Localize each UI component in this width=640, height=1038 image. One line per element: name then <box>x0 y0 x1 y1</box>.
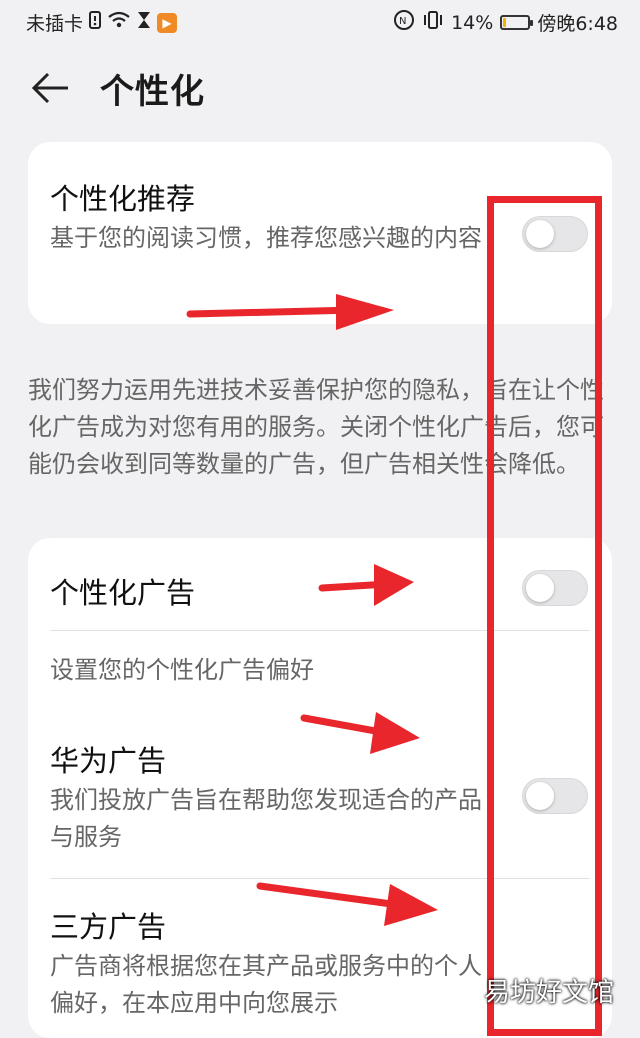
alert-icon <box>89 11 102 34</box>
watermark-text: 易坊好文馆 <box>483 978 614 1008</box>
status-bar: 未插卡 ▶ N 14% 傍晚6:48 <box>0 0 640 44</box>
svg-text:N: N <box>399 16 406 27</box>
vibrate-icon <box>422 10 444 35</box>
ad-preference-label: 设置您的个性化广告偏好 <box>50 656 314 684</box>
third-party-ads-title: 三方广告 <box>50 910 167 944</box>
annotation-arrow <box>256 882 438 926</box>
personal-ads-title: 个性化广告 <box>50 576 196 610</box>
wifi-icon <box>107 11 131 34</box>
clock-text: 傍晚6:48 <box>537 13 618 35</box>
huawei-ads-title: 华为广告 <box>50 744 167 778</box>
nfc-icon: N <box>393 9 415 36</box>
page-title: 个性化 <box>100 72 205 112</box>
battery-percent: 14% <box>451 11 494 34</box>
third-party-ads-subtitle: 广告商将根据您在其产品或服务中的个人偏好，在本应用中向您展示 <box>50 952 482 1017</box>
app-header: 个性化 <box>0 56 640 120</box>
annotation-arrow <box>186 294 394 330</box>
carrier-text: 未插卡 <box>26 13 84 35</box>
battery-icon <box>500 15 534 30</box>
huawei-ads-subtitle: 我们投放广告旨在帮助您发现适合的产品与服务 <box>50 786 482 851</box>
personal-recommend-subtitle: 基于您的阅读习惯，推荐您感兴趣的内容 <box>50 224 482 252</box>
hourglass-icon <box>137 11 151 34</box>
personal-recommend-title: 个性化推荐 <box>50 182 196 216</box>
back-arrow-icon[interactable] <box>28 68 72 108</box>
annotation-arrow <box>318 564 414 606</box>
video-app-icon: ▶ <box>157 12 178 33</box>
annotation-highlight-box <box>487 196 602 1036</box>
annotation-arrow <box>300 712 420 754</box>
